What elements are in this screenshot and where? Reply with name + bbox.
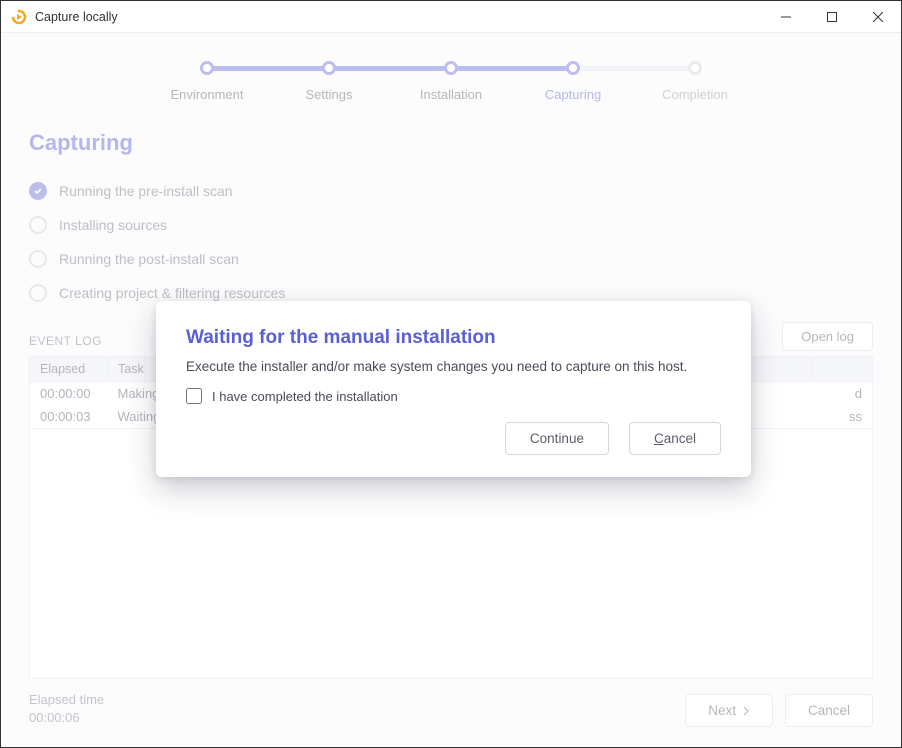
pending-icon xyxy=(29,216,47,234)
checklist-label: Creating project & filtering resources xyxy=(59,285,285,301)
checklist-item: Running the pre-install scan xyxy=(29,174,873,208)
elapsed-time-block: Elapsed time 00:00:06 xyxy=(29,691,104,727)
checklist-item: Running the post-install scan xyxy=(29,242,873,276)
checklist-label: Installing sources xyxy=(59,217,167,233)
col-elapsed: Elapsed xyxy=(30,357,108,382)
checklist-label: Running the post-install scan xyxy=(59,251,239,267)
check-icon xyxy=(29,182,47,200)
checklist-item: Installing sources xyxy=(29,208,873,242)
wizard-stepper: Environment Settings Installation Captur… xyxy=(29,61,873,102)
page-title: Capturing xyxy=(29,130,873,156)
completed-checkbox-row[interactable]: I have completed the installation xyxy=(186,388,721,404)
window-title: Capture locally xyxy=(35,10,118,24)
step-environment: Environment xyxy=(146,61,268,102)
window-controls xyxy=(763,1,901,33)
capture-checklist: Running the pre-install scan Installing … xyxy=(29,174,873,310)
open-log-button[interactable]: Open log xyxy=(782,322,873,351)
completed-checkbox[interactable] xyxy=(186,388,202,404)
elapsed-label: Elapsed time xyxy=(29,691,104,709)
chevron-right-icon xyxy=(742,706,750,716)
dialog-body: Execute the installer and/or make system… xyxy=(186,359,721,374)
titlebar: Capture locally xyxy=(1,1,901,33)
maximize-button[interactable] xyxy=(809,1,855,33)
cancel-button[interactable]: Cancel xyxy=(785,694,873,727)
continue-button[interactable]: Continue xyxy=(505,422,609,455)
dialog-cancel-button[interactable]: Cancel xyxy=(629,422,721,455)
elapsed-value: 00:00:06 xyxy=(29,709,104,727)
close-button[interactable] xyxy=(855,1,901,33)
dialog-title: Waiting for the manual installation xyxy=(186,327,721,349)
checklist-label: Running the pre-install scan xyxy=(59,183,233,199)
minimize-button[interactable] xyxy=(763,1,809,33)
manual-install-dialog: Waiting for the manual installation Exec… xyxy=(156,301,751,477)
pending-icon xyxy=(29,250,47,268)
next-button[interactable]: Next xyxy=(685,694,773,727)
app-icon xyxy=(11,9,27,25)
col-status xyxy=(813,357,873,382)
pending-icon xyxy=(29,284,47,302)
completed-checkbox-label: I have completed the installation xyxy=(212,389,398,404)
wizard-footer: Elapsed time 00:00:06 Next Cancel xyxy=(29,691,873,727)
